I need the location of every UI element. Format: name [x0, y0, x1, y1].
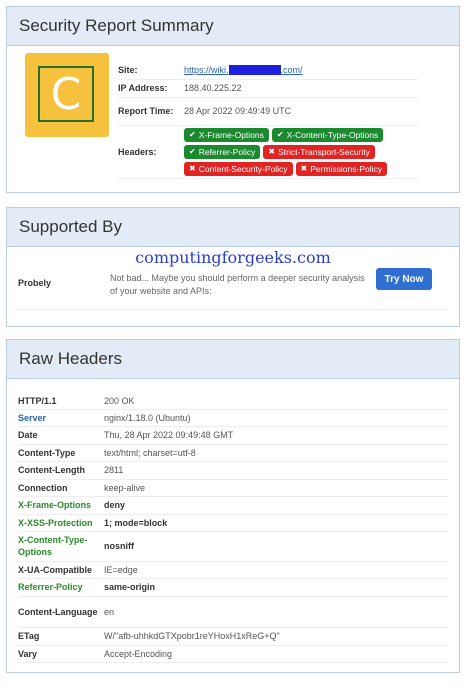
badge-strict-transport-security: ✖ Strict-Transport-Security [263, 145, 375, 159]
ip-row: IP Address: 188.40.225.22 [118, 79, 418, 98]
headers-row: Headers: ✔ X-Frame-Options ✔ X-Content-Typ… [118, 126, 418, 179]
header-row: X-UA-Compatible IE=edge [18, 561, 448, 579]
header-value: deny [104, 500, 126, 510]
ip-label: IP Address: [118, 83, 168, 93]
header-value: nosniff [104, 541, 134, 551]
raw-headers-title: Raw Headers [7, 340, 459, 379]
site-row: Site: https://wiki. .com/ [118, 61, 418, 80]
header-name: Referrer-Policy [18, 582, 83, 592]
headers-label: Headers: [118, 147, 157, 157]
header-badges: ✔ X-Frame-Options ✔ X-Content-Type-Options… [184, 128, 388, 176]
header-row: Connection keep-alive [18, 479, 448, 497]
header-row: Content-Type text/html; charset=utf-8 [18, 444, 448, 462]
header-row: Vary Accept-Encoding [18, 645, 448, 663]
header-row: Date Thu, 28 Apr 2022 09:49:48 GMT [18, 426, 448, 445]
header-value: Thu, 28 Apr 2022 09:49:48 GMT [104, 430, 234, 440]
header-value: 200 OK [104, 395, 135, 406]
badge-content-security-policy: ✖ Content-Security-Policy [184, 162, 293, 176]
header-row: X-XSS-Protection 1; mode=block [18, 514, 448, 532]
check-icon: ✔ [189, 147, 196, 156]
badge-referrer-policy: ✔ Referrer-Policy [184, 145, 261, 159]
header-name: HTTP/1.1 [18, 395, 57, 406]
try-now-button[interactable]: Try Now [376, 268, 432, 290]
site-link[interactable]: https://wiki. .com/ [184, 65, 303, 76]
header-row: Content-Length 2811 [18, 461, 448, 480]
header-value: 2811 [104, 465, 124, 475]
header-value: text/html; charset=utf-8 [104, 447, 196, 458]
cross-icon: ✖ [189, 164, 196, 173]
header-name: Content-Language [18, 606, 98, 617]
header-value: en [104, 606, 115, 617]
time-row: Report Time: 28 Apr 2022 09:49:49 UTC [118, 97, 418, 126]
header-name: X-UA-Compatible [18, 564, 92, 575]
grade-letter: C [38, 66, 94, 122]
header-value: IE=edge [104, 564, 138, 575]
header-row: ETag W/"afb-uhhkdGTXpobr1reYHoxH1xReG+Q" [18, 627, 448, 646]
header-row: HTTP/1.1 200 OK [18, 392, 448, 410]
summary-title: Security Report Summary [7, 7, 459, 46]
header-name: ETag [18, 631, 40, 641]
header-value: 1; mode=block [104, 517, 168, 528]
site-label: Site: [118, 65, 138, 75]
divider [18, 309, 448, 310]
watermark-text: computingforgeeks.com [135, 248, 331, 267]
cross-icon: ✖ [300, 164, 308, 173]
sponsor-text: Not bad... Maybe you should perform a de… [110, 273, 365, 296]
supported-title: Supported By [7, 208, 459, 247]
badge-x-content-type-options: ✔ X-Content-Type-Options [271, 128, 384, 142]
header-name: Content-Type [18, 447, 76, 458]
grade-badge: C [25, 53, 109, 137]
header-value: keep-alive [104, 482, 146, 493]
header-name: Server [18, 412, 47, 423]
header-row: X-Frame-Options deny [18, 496, 448, 515]
sponsor-name: Probely [18, 278, 52, 288]
check-icon: ✔ [276, 130, 284, 139]
cross-icon: ✖ [268, 147, 276, 156]
ip-value: 188.40.225.22 [184, 83, 242, 93]
header-value: W/"afb-uhhkdGTXpobr1reYHoxH1xReG+Q" [104, 631, 280, 641]
header-value: nginx/1.18.0 (Ubuntu) [104, 412, 191, 423]
time-value: 28 Apr 2022 09:49:49 UTC [184, 106, 292, 116]
header-name: Date [18, 430, 38, 440]
header-row: Referrer-Policy same-origin [18, 578, 448, 597]
header-name: X-XSS-Protection [18, 517, 93, 528]
header-name: Vary [18, 648, 38, 659]
badge-permissions-policy: ✖ Permissions-Policy [295, 162, 388, 176]
time-label: Report Time: [118, 106, 174, 116]
redacted-block [228, 65, 281, 76]
header-value: same-origin [104, 582, 156, 592]
header-value: Accept-Encoding [104, 648, 173, 659]
check-icon: ✔ [189, 130, 196, 139]
header-row: Server nginx/1.18.0 (Ubuntu) [18, 409, 448, 427]
header-name: Content-Length [18, 465, 85, 475]
badge-x-frame-options: ✔ X-Frame-Options [184, 128, 269, 142]
header-name: Connection [18, 482, 68, 493]
header-name: X-Content-Type-Options [18, 535, 88, 557]
header-row: Content-Language en [18, 596, 448, 628]
header-row: X-Content-Type-Options nosniff [18, 531, 448, 562]
header-name: X-Frame-Options [18, 500, 92, 510]
